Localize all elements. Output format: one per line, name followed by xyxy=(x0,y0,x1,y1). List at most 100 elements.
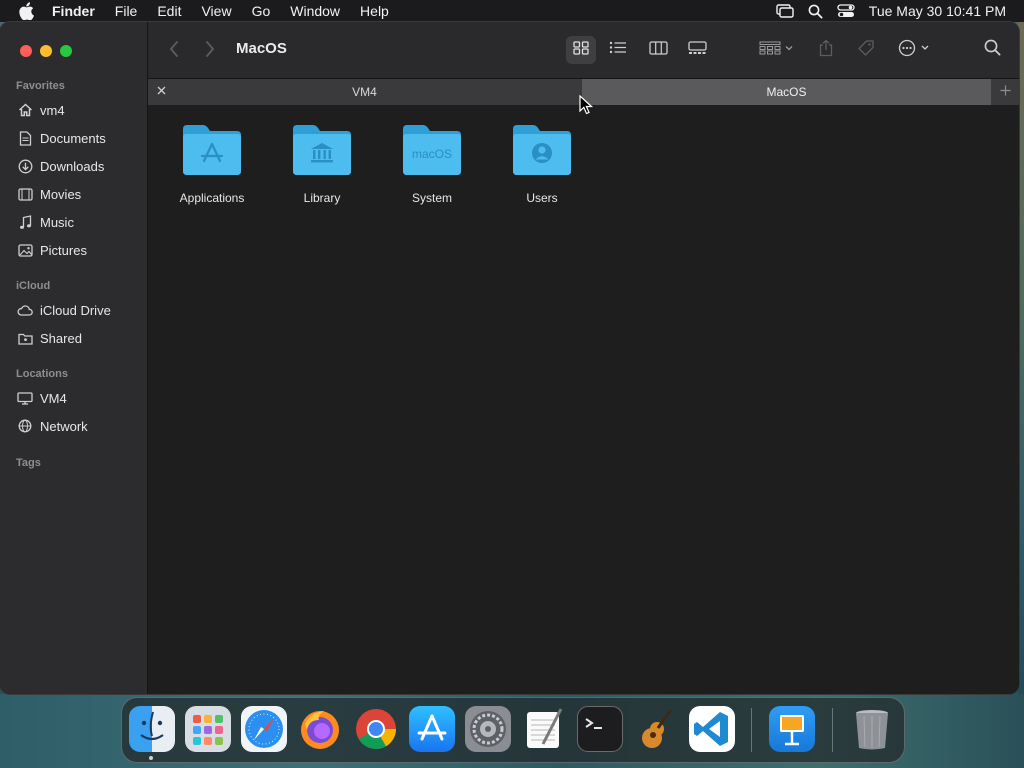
spotlight-search-icon[interactable] xyxy=(808,4,823,19)
control-center-icon[interactable] xyxy=(837,4,855,18)
menu-finder[interactable]: Finder xyxy=(52,0,95,22)
folder-library[interactable]: Library xyxy=(267,123,377,205)
chevron-left-icon xyxy=(168,40,180,63)
sidebar-item-label: VM4 xyxy=(40,390,67,406)
sidebar-item-icloud-drive[interactable]: iCloud Drive xyxy=(16,298,111,322)
finder-running-indicator xyxy=(149,756,153,760)
globe-icon xyxy=(16,418,34,434)
menu-edit[interactable]: Edit xyxy=(157,0,181,22)
menu-view[interactable]: View xyxy=(201,0,231,22)
sidebar-item-documents[interactable]: Documents xyxy=(16,126,106,150)
terminal-icon[interactable] xyxy=(577,706,623,752)
finder-icon[interactable] xyxy=(129,706,175,752)
file-name: System xyxy=(411,191,452,205)
cloud-icon xyxy=(16,302,34,318)
window-title: MacOS xyxy=(236,40,287,57)
firefox-icon[interactable] xyxy=(297,706,343,752)
app-store-icon[interactable] xyxy=(409,706,455,752)
close-icon xyxy=(157,84,166,98)
screen-mirroring-icon[interactable] xyxy=(776,4,794,18)
close-tab-button[interactable] xyxy=(154,84,168,98)
finder-window: Favorites vm4 Documents Downloads Movies xyxy=(0,22,1019,694)
document-icon xyxy=(16,130,34,146)
sidebar-item-vm4[interactable]: vm4 xyxy=(16,98,65,122)
sidebar-item-shared[interactable]: Shared xyxy=(16,326,82,350)
sidebar-section-icloud: iCloud xyxy=(16,280,51,292)
sidebar-item-label: Shared xyxy=(40,330,82,346)
window-controls xyxy=(20,45,80,57)
sidebar-item-movies[interactable]: Movies xyxy=(16,182,81,206)
keynote-icon[interactable] xyxy=(769,706,815,752)
more-actions-button[interactable] xyxy=(896,36,934,64)
close-window-button[interactable] xyxy=(20,45,32,57)
launchpad-icon[interactable] xyxy=(185,706,231,752)
sidebar-item-downloads[interactable]: Downloads xyxy=(16,154,104,178)
list-view-button[interactable] xyxy=(604,36,632,64)
sidebar-item-vm4-location[interactable]: VM4 xyxy=(16,386,67,410)
chrome-icon[interactable] xyxy=(353,706,399,752)
sidebar-section-favorites: Favorites xyxy=(16,80,65,92)
plus-icon xyxy=(1000,83,1011,101)
menu-bar-clock[interactable]: Tue May 30 10:41 PM xyxy=(869,3,1006,19)
users-folder-icon xyxy=(511,123,573,177)
back-button[interactable] xyxy=(168,40,180,63)
sidebar-item-label: Documents xyxy=(40,130,106,146)
tab-vm4[interactable]: VM4 xyxy=(148,79,581,105)
menu-window[interactable]: Window xyxy=(290,0,340,22)
sidebar-item-label: Music xyxy=(40,214,74,230)
dock xyxy=(121,697,905,763)
search-icon xyxy=(984,39,1001,61)
house-icon xyxy=(16,102,34,118)
menu-go[interactable]: Go xyxy=(252,0,271,22)
tags-button[interactable] xyxy=(854,36,878,64)
menu-bar: Finder File Edit View Go Window Help Tue… xyxy=(0,0,1024,22)
system-folder-badge: macOS xyxy=(412,147,452,161)
display-icon xyxy=(16,390,34,406)
folder-system[interactable]: macOS System xyxy=(377,123,487,205)
textedit-icon[interactable] xyxy=(521,706,567,752)
share-button[interactable] xyxy=(814,36,838,64)
sidebar-item-label: Downloads xyxy=(40,158,105,174)
fullscreen-window-button[interactable] xyxy=(60,45,72,57)
toolbar: MacOS xyxy=(148,22,1019,78)
minimize-window-button[interactable] xyxy=(40,45,52,57)
vscode-icon[interactable] xyxy=(689,706,735,752)
ellipsis-circle-icon xyxy=(898,39,932,62)
menu-file[interactable]: File xyxy=(115,0,138,22)
sidebar-item-label: Movies xyxy=(40,186,82,202)
library-folder-icon xyxy=(291,123,353,177)
tab-macos[interactable]: MacOS xyxy=(582,79,991,105)
apple-menu-icon[interactable] xyxy=(16,1,36,21)
group-by-button[interactable] xyxy=(756,36,796,64)
sidebar-item-label: Pictures xyxy=(40,242,87,258)
download-icon xyxy=(16,158,34,174)
safari-icon[interactable] xyxy=(241,706,287,752)
gallery-icon xyxy=(687,40,707,60)
shared-folder-icon xyxy=(16,330,34,346)
sidebar-item-label: iCloud Drive xyxy=(40,302,111,318)
icon-view-button[interactable] xyxy=(566,36,596,64)
gallery-view-button[interactable] xyxy=(683,36,711,64)
photo-icon xyxy=(16,242,34,258)
garageband-icon[interactable] xyxy=(633,706,679,752)
menu-help[interactable]: Help xyxy=(360,0,389,22)
new-tab-button[interactable] xyxy=(992,79,1019,105)
list-icon xyxy=(609,41,627,59)
folder-users[interactable]: Users xyxy=(487,123,597,205)
forward-button[interactable] xyxy=(204,40,216,63)
chevron-right-icon xyxy=(204,40,216,63)
sidebar-item-network[interactable]: Network xyxy=(16,414,88,438)
sidebar-item-music[interactable]: Music xyxy=(16,210,74,234)
sidebar-item-label: Network xyxy=(40,418,88,434)
column-view-button[interactable] xyxy=(644,36,672,64)
tab-label: MacOS xyxy=(766,85,807,99)
file-name: Library xyxy=(303,191,341,205)
sidebar-item-pictures[interactable]: Pictures xyxy=(16,238,87,262)
search-button[interactable] xyxy=(980,36,1004,64)
system-settings-icon[interactable] xyxy=(465,706,511,752)
grid-icon xyxy=(573,40,589,60)
system-folder-icon: macOS xyxy=(401,123,463,177)
folder-applications[interactable]: Applications xyxy=(157,123,267,205)
trash-icon[interactable] xyxy=(849,706,895,752)
dock-separator xyxy=(832,708,833,752)
